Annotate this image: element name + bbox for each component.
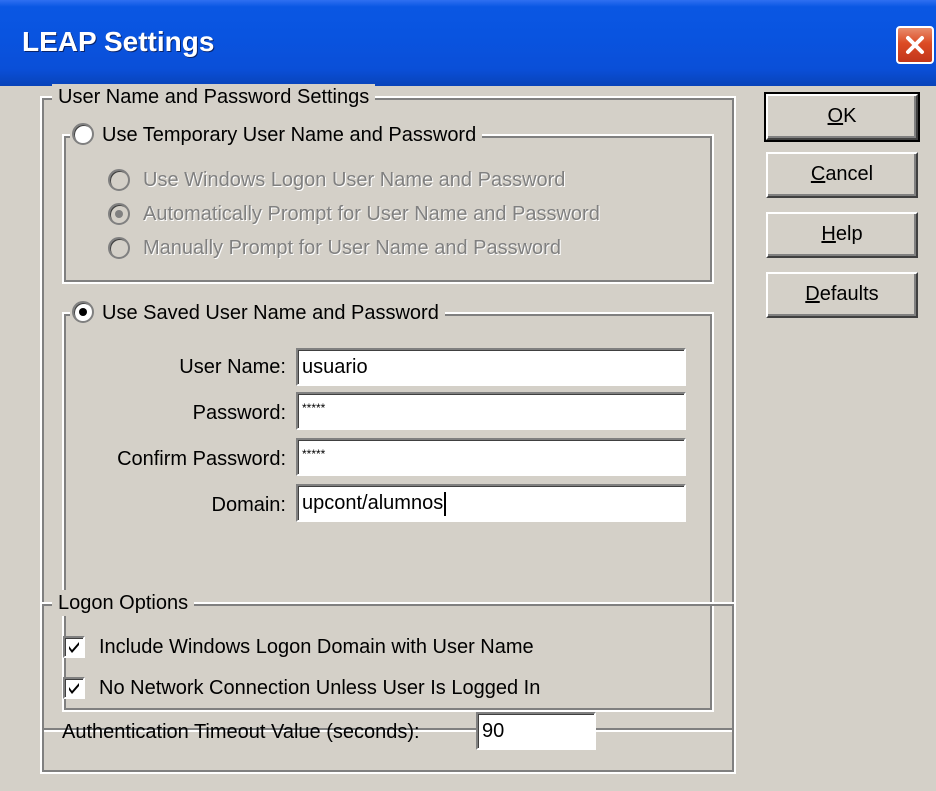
window-title: LEAP Settings <box>22 26 215 57</box>
saved-option[interactable]: Use Saved User Name and Password <box>70 300 445 326</box>
logon-options-legend: Logon Options <box>52 590 195 616</box>
manual-prompt-radio[interactable] <box>108 237 130 259</box>
help-button[interactable]: Help <box>766 212 918 258</box>
temporary-option-label: Use Temporary User Name and Password <box>102 124 477 146</box>
confirm-password-label: Confirm Password: <box>117 448 286 470</box>
checkmark-icon <box>69 683 79 694</box>
username-label: User Name: <box>179 356 286 378</box>
manual-prompt-option-label: Manually Prompt for User Name and Passwo… <box>143 237 561 259</box>
selected-dot <box>115 210 123 218</box>
selected-dot <box>79 307 87 316</box>
include-domain-label[interactable]: Include Windows Logon Domain with User N… <box>99 634 534 660</box>
no-network-checkbox[interactable] <box>63 677 85 699</box>
cancel-mnemonic: C <box>810 163 826 185</box>
saved-radio[interactable] <box>72 300 94 323</box>
checkmark-icon <box>69 642 79 653</box>
defaults-mnemonic: D <box>805 283 820 305</box>
leap-settings-dialog: LEAP Settings User Name and Password Set… <box>0 0 936 791</box>
password-label: Password: <box>192 402 286 424</box>
saved-option-label: Use Saved User Name and Password <box>102 302 439 324</box>
ok-label-rest: K <box>843 105 857 127</box>
close-icon <box>906 36 924 54</box>
domain-input[interactable]: upcont/alumnos <box>296 484 686 522</box>
defaults-button[interactable]: Defaults <box>766 272 918 318</box>
username-input[interactable]: usuario <box>296 348 686 386</box>
help-label-rest: elp <box>835 223 863 245</box>
include-domain-checkbox[interactable] <box>63 636 85 658</box>
temporary-option[interactable]: Use Temporary User Name and Password <box>70 122 483 148</box>
text-caret <box>444 491 447 516</box>
domain-label: Domain: <box>211 494 286 516</box>
cancel-button[interactable]: Cancel <box>766 152 918 198</box>
temporary-radio[interactable] <box>72 122 94 145</box>
credentials-group-legend: User Name and Password Settings <box>52 84 376 110</box>
defaults-label-rest: efaults <box>819 283 879 305</box>
password-input[interactable]: ***** <box>296 392 686 430</box>
timeout-input[interactable]: 90 <box>476 712 596 750</box>
timeout-label: Authentication Timeout Value (seconds): <box>62 721 420 743</box>
cancel-label-rest: ancel <box>825 163 874 185</box>
ok-mnemonic: O <box>827 105 844 127</box>
help-mnemonic: H <box>821 223 836 245</box>
confirm-password-input[interactable]: ***** <box>296 438 686 476</box>
ok-button[interactable]: OK <box>764 92 920 142</box>
no-network-label[interactable]: No Network Connection Unless User Is Log… <box>99 675 540 701</box>
windows-logon-radio[interactable] <box>108 169 130 191</box>
close-button[interactable] <box>896 26 934 64</box>
title-bar[interactable]: LEAP Settings <box>0 0 936 86</box>
auto-prompt-radio[interactable] <box>108 203 130 225</box>
windows-logon-option-label: Use Windows Logon User Name and Password <box>143 169 566 191</box>
auto-prompt-option-label: Automatically Prompt for User Name and P… <box>143 203 600 225</box>
domain-value: upcont/alumnos <box>302 492 444 514</box>
